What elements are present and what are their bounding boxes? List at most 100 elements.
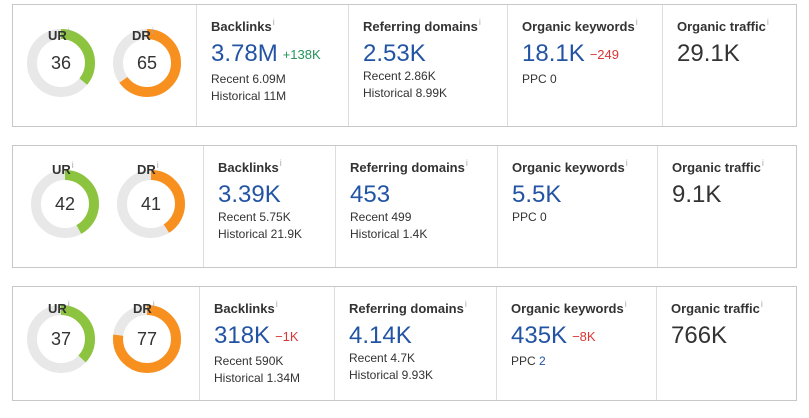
organic-keywords-value-text[interactable]: 18.1K (522, 40, 585, 67)
organic-traffic-title: Organic traffici (672, 158, 796, 175)
rating-cell: 37 URi 77 DRi (13, 287, 199, 400)
rating-cell: 42 URi 41 DRi (13, 146, 203, 267)
backlinks-recent: Recent 6.09M (211, 72, 286, 86)
organic-keywords-value-text[interactable]: 435K (511, 322, 567, 349)
dr-label: DRi (133, 299, 155, 316)
ppc-label: PPC (512, 210, 537, 224)
organic-traffic-cell: Organic traffici 766K (656, 287, 796, 400)
referring-domains-value[interactable]: 453 (350, 181, 497, 209)
backlinks-delta: −1K (275, 329, 299, 344)
referring-domains-title-text: Referring domains (363, 19, 478, 34)
organic-traffic-cell: Organic traffici 9.1K (657, 146, 796, 267)
organic-keywords-delta: −8K (572, 329, 596, 344)
dr-gauge-svg: 41 (117, 170, 185, 238)
organic-traffic-title-text: Organic traffic (672, 160, 761, 175)
organic-traffic-title: Organic traffici (671, 299, 796, 316)
ppc-value-link[interactable]: 2 (539, 354, 546, 368)
referring-domains-title-text: Referring domains (349, 301, 464, 316)
dr-label: DRi (137, 160, 159, 177)
referring-domains-value[interactable]: 2.53K (363, 40, 507, 68)
metrics-card-3: 37 URi 77 DRi Backlinksi 318K −1K Recent … (12, 286, 797, 401)
backlinks-historical: Historical 1.34M (214, 371, 301, 385)
metrics-card-2: 42 URi 41 DRi Backlinksi 3.39K Recent 5.… (12, 145, 797, 268)
backlinks-historical: Historical 21.9K (218, 227, 303, 241)
metrics-card-1: 36 URi 65 DRi Backlinksi 3.78M +138K Rece… (12, 4, 797, 127)
dr-label-text: DR (133, 301, 152, 316)
rating-cell: 36 URi 65 DRi (13, 5, 196, 126)
info-icon[interactable]: i (273, 17, 275, 27)
referring-domains-value[interactable]: 4.14K (349, 322, 496, 350)
organic-traffic-value[interactable]: 766K (671, 322, 796, 350)
info-icon[interactable]: i (465, 299, 467, 309)
referring-domains-historical: Historical 9.93K (349, 368, 434, 382)
info-icon[interactable]: i (157, 160, 159, 170)
backlinks-value-text[interactable]: 318K (214, 322, 270, 349)
ur-label: URi (48, 26, 70, 43)
dr-gauge[interactable]: 41 (115, 168, 187, 245)
info-icon[interactable]: i (68, 299, 70, 309)
backlinks-cell: Backlinksi 3.78M +138K Recent 6.09M Histo… (196, 5, 348, 126)
organic-keywords-value[interactable]: 18.1K −249 (522, 40, 662, 71)
dr-label-text: DR (132, 28, 151, 43)
backlinks-value-text[interactable]: 3.78M (211, 40, 278, 67)
organic-keywords-value[interactable]: 435K −8K (511, 322, 656, 353)
ur-value: 37 (51, 329, 71, 349)
dr-label: DRi (132, 26, 154, 43)
referring-domains-title-text: Referring domains (350, 160, 465, 175)
referring-domains-recent: Recent 4.7K (349, 351, 416, 365)
info-icon[interactable]: i (636, 17, 638, 27)
organic-traffic-value[interactable]: 9.1K (672, 181, 796, 209)
ur-label-text: UR (52, 162, 71, 177)
info-icon[interactable]: i (152, 26, 154, 36)
organic-traffic-value[interactable]: 29.1K (677, 40, 796, 68)
backlinks-cell: Backlinksi 318K −1K Recent 590K Historica… (199, 287, 334, 400)
organic-keywords-title-text: Organic keywords (511, 301, 624, 316)
info-icon[interactable]: i (466, 158, 468, 168)
organic-keywords-cell: Organic keywordsi 5.5K PPC 0 (497, 146, 657, 267)
organic-keywords-cell: Organic keywordsi 435K −8K PPC 2 (496, 287, 656, 400)
info-icon[interactable]: i (761, 299, 763, 309)
organic-keywords-cell: Organic keywordsi 18.1K −249 PPC 0 (507, 5, 662, 126)
referring-domains-historical: Historical 8.99K (363, 86, 448, 100)
referring-domains-recent: Recent 2.86K (363, 69, 436, 83)
referring-domains-cell: Referring domainsi 2.53K Recent 2.86K Hi… (348, 5, 507, 126)
ur-value: 36 (51, 53, 71, 73)
referring-domains-recent: Recent 499 (350, 210, 412, 224)
backlinks-value[interactable]: 3.39K (218, 181, 335, 209)
backlinks-title: Backlinksi (218, 158, 335, 175)
referring-domains-historical: Historical 1.4K (350, 227, 428, 241)
ppc-line: PPC 0 (522, 71, 662, 88)
info-icon[interactable]: i (762, 158, 764, 168)
info-icon[interactable]: i (626, 158, 628, 168)
backlinks-title-text: Backlinks (218, 160, 279, 175)
organic-keywords-title: Organic keywordsi (511, 299, 656, 316)
info-icon[interactable]: i (72, 160, 74, 170)
info-icon[interactable]: i (625, 299, 627, 309)
backlinks-value[interactable]: 318K −1K (214, 322, 334, 353)
info-icon[interactable]: i (280, 158, 282, 168)
organic-keywords-title-text: Organic keywords (522, 19, 635, 34)
dr-value: 65 (137, 53, 157, 73)
organic-keywords-title: Organic keywordsi (522, 17, 662, 34)
organic-keywords-delta: −249 (589, 47, 620, 62)
ur-label-text: UR (48, 28, 67, 43)
referring-domains-cell: Referring domainsi 4.14K Recent 4.7K His… (334, 287, 496, 400)
organic-keywords-value[interactable]: 5.5K (512, 181, 657, 209)
ur-gauge[interactable]: 42 (29, 168, 101, 245)
referring-domains-title: Referring domainsi (350, 158, 497, 175)
ppc-line: PPC 2 (511, 353, 656, 370)
info-icon[interactable]: i (68, 26, 70, 36)
info-icon[interactable]: i (276, 299, 278, 309)
ur-label-text: UR (48, 301, 67, 316)
dr-value: 41 (141, 194, 161, 214)
info-icon[interactable]: i (479, 17, 481, 27)
info-icon[interactable]: i (153, 299, 155, 309)
ppc-line: PPC 0 (512, 209, 657, 226)
ur-value: 42 (55, 194, 75, 214)
backlinks-value[interactable]: 3.78M +138K (211, 40, 348, 71)
organic-traffic-title: Organic traffici (677, 17, 796, 34)
ur-gauge-svg: 42 (31, 170, 99, 238)
info-icon[interactable]: i (767, 17, 769, 27)
backlinks-recent: Recent 5.75K (218, 210, 291, 224)
ppc-label: PPC (511, 354, 536, 368)
